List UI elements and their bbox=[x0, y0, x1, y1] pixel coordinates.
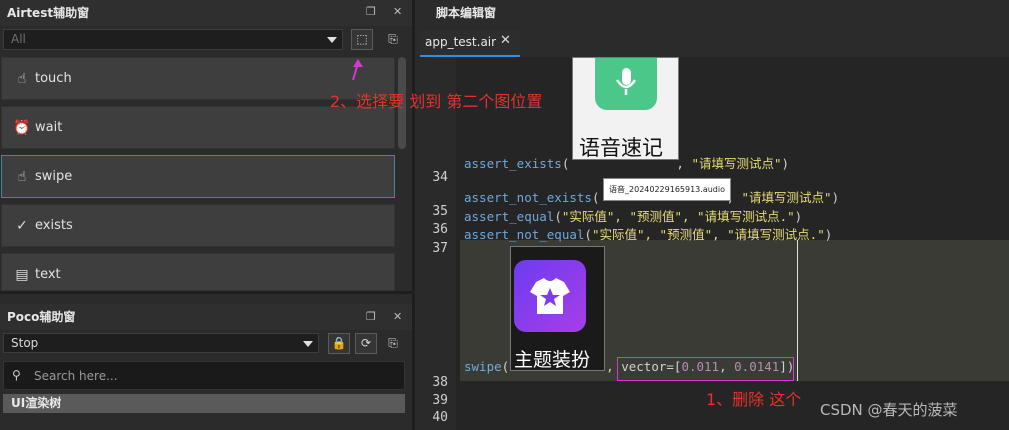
code-args: "实际值", "预测值", "请填写测试点." bbox=[561, 209, 795, 224]
close-icon[interactable]: ✕ bbox=[500, 33, 511, 48]
close-panel-icon[interactable]: ✕ bbox=[393, 310, 402, 323]
record-icon: ⎘ bbox=[388, 32, 398, 46]
action-label: wait bbox=[35, 120, 63, 135]
line-number: 35 bbox=[432, 204, 448, 219]
panel-divider[interactable] bbox=[0, 291, 415, 294]
action-label: swipe bbox=[35, 169, 73, 184]
poco-mode-value: Stop bbox=[11, 336, 39, 350]
action-label: exists bbox=[35, 218, 73, 233]
code-function: assert_not_equal bbox=[464, 227, 585, 242]
poco-search-input[interactable] bbox=[34, 367, 394, 385]
text-cursor bbox=[797, 240, 798, 381]
action-item-swipe[interactable]: ☝ swipe bbox=[1, 155, 395, 198]
voice-memo-caption: 语音速记 bbox=[579, 136, 663, 160]
action-item-wait[interactable]: ⏰ wait bbox=[1, 106, 395, 149]
line-number: 34 bbox=[432, 170, 448, 185]
refresh-icon: ⟳ bbox=[360, 336, 372, 350]
code-function: swipe bbox=[464, 359, 502, 374]
select-region-button[interactable]: ⬚ bbox=[351, 29, 373, 50]
theme-image[interactable]: 主题装扮 bbox=[510, 246, 605, 371]
annotation-step-1: 1、删除 这个 bbox=[706, 390, 802, 409]
code-function: assert_not_exists bbox=[464, 190, 592, 205]
theme-caption: 主题装扮 bbox=[514, 349, 591, 371]
action-item-exists[interactable]: ✓ exists bbox=[1, 204, 395, 247]
code-line-assert-equal[interactable]: assert_equal("实际值", "预测值", "请填写测试点.") bbox=[464, 206, 802, 225]
restore-window-icon[interactable]: ❐ bbox=[366, 310, 376, 323]
line-number: 37 bbox=[432, 241, 448, 256]
airtest-panel-title: Airtest辅助窗 bbox=[0, 0, 412, 26]
annotation-arrow-icon bbox=[352, 59, 363, 81]
code-line-assert-not-equal[interactable]: assert_not_equal("实际值", "预测值", "请填写测试点."… bbox=[464, 224, 832, 243]
voice-memo-image[interactable]: 语音速记 bbox=[572, 57, 679, 160]
tab-label: app_test.air bbox=[425, 35, 497, 49]
line-number: 39 bbox=[432, 393, 448, 408]
audio-file-image[interactable]: 语音_20240229165913.audio bbox=[603, 178, 731, 201]
restore-window-icon[interactable]: ❐ bbox=[366, 5, 376, 18]
swipe-icon: ☝ bbox=[17, 169, 27, 185]
lock-button[interactable]: 🔒 bbox=[328, 333, 350, 354]
annotation-highlight-box bbox=[617, 357, 794, 381]
microphone-glyph bbox=[615, 68, 637, 95]
line-number: 36 bbox=[432, 222, 448, 237]
search-icon: ⚲ bbox=[12, 368, 21, 382]
lock-icon: 🔒 bbox=[331, 336, 347, 350]
text-icon: ▤ bbox=[15, 267, 29, 283]
refresh-button[interactable]: ⟳ bbox=[355, 333, 377, 354]
code-function: assert_equal bbox=[464, 209, 555, 224]
poco-panel-title: Poco辅助窗 bbox=[0, 304, 412, 330]
filter-value: All bbox=[11, 32, 26, 46]
action-filter-select[interactable]: All bbox=[3, 29, 343, 50]
close-panel-icon[interactable]: ✕ bbox=[393, 5, 402, 18]
line-number: 40 bbox=[432, 410, 448, 425]
annotation-step-2: 2、选择要 划到 第二个图位置 bbox=[330, 92, 543, 111]
touch-icon: ☝ bbox=[17, 71, 27, 87]
check-circle-icon: ✓ bbox=[16, 218, 28, 234]
tab-app-test[interactable]: app_test.air ✕ bbox=[420, 30, 520, 57]
code-string: "请填写测试点" bbox=[691, 156, 782, 171]
watermark: CSDN @春天的菠菜 bbox=[820, 401, 958, 419]
chevron-down-icon bbox=[327, 37, 337, 43]
tshirt-star-icon bbox=[514, 260, 586, 332]
action-label: text bbox=[35, 267, 61, 282]
poco-mode-select[interactable]: Stop bbox=[3, 333, 319, 353]
code-string: "请填写测试点" bbox=[741, 190, 832, 205]
code-args: "实际值", "预测值", "请填写测试点." bbox=[591, 227, 825, 242]
clock-icon: ⏰ bbox=[13, 120, 31, 136]
chevron-down-icon bbox=[303, 341, 313, 347]
code-function: assert_exists bbox=[464, 156, 562, 171]
line-number: 38 bbox=[432, 375, 448, 390]
tshirt-glyph bbox=[530, 278, 570, 314]
ui-tree-header[interactable]: UI渲染树 bbox=[3, 394, 405, 413]
action-label: touch bbox=[35, 71, 72, 86]
microphone-icon bbox=[595, 58, 657, 110]
record-icon: ⎘ bbox=[388, 336, 398, 350]
editor-title: 脚本编辑窗 bbox=[418, 0, 1009, 28]
action-item-text[interactable]: ▤ text bbox=[1, 253, 395, 291]
poco-search-box[interactable]: ⚲ bbox=[3, 361, 405, 390]
poco-record-button[interactable]: ⎘ bbox=[382, 333, 404, 354]
record-button[interactable]: ⎘ bbox=[382, 29, 404, 50]
select-region-icon: ⬚ bbox=[356, 32, 368, 46]
